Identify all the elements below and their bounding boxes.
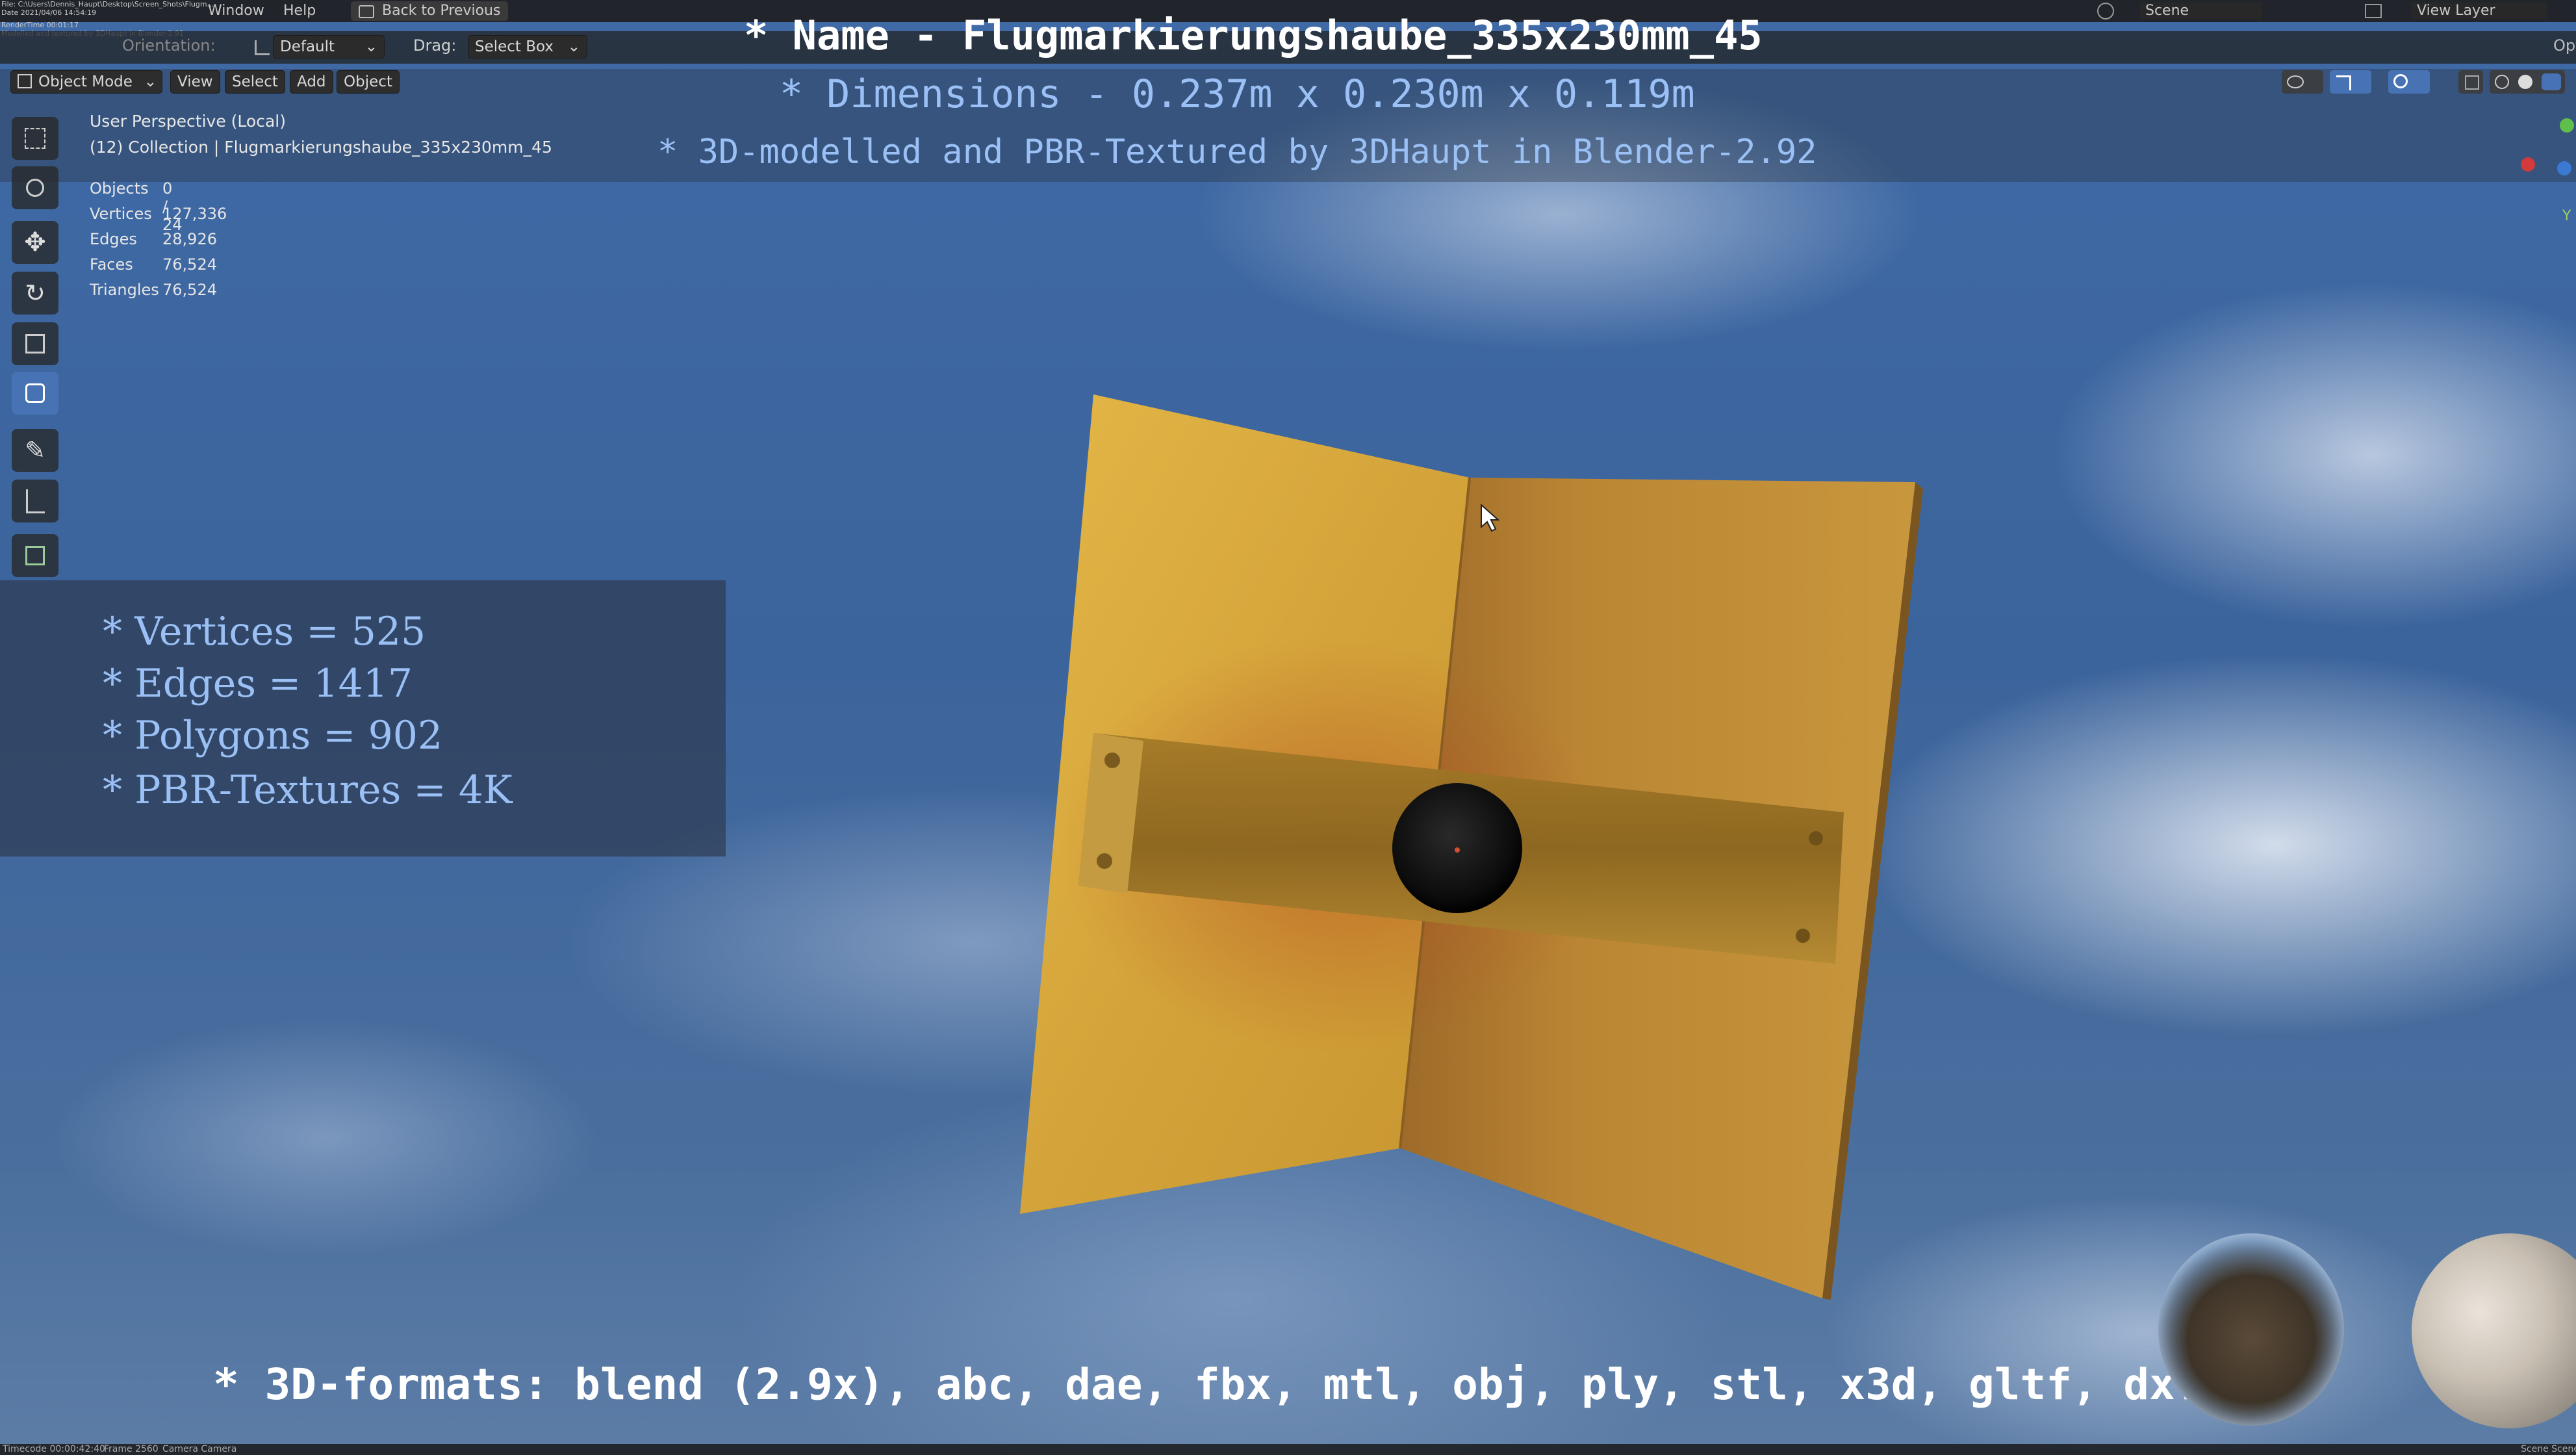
cursor-icon: [26, 179, 44, 197]
camera-label: Camera Camera: [162, 1444, 237, 1454]
add-cube-tool[interactable]: [12, 534, 58, 577]
status-bar: Timecode 00:00:42:40 Frame 2560 Camera C…: [0, 1444, 2576, 1455]
hdri-preview-sphere: [2158, 1233, 2344, 1426]
back-to-previous-button[interactable]: Back to Previous: [351, 1, 509, 21]
cursor-tool[interactable]: [12, 166, 58, 209]
drag-label: Drag:: [413, 36, 457, 55]
stats-label: Faces: [90, 255, 133, 274]
scale-icon: [25, 334, 45, 354]
scene-icon: [2097, 3, 2114, 19]
transform-icon: [25, 383, 45, 403]
gizmo-z-dot[interactable]: [2560, 118, 2574, 133]
overlay-line: File: C:\Users\Dennis_Haupt\Desktop\Scre…: [1, 0, 214, 8]
collection-label: (12) Collection | Flugmarkierungshaube_3…: [90, 138, 552, 157]
chevron-down-icon: ⌄: [567, 38, 580, 55]
model-name-title: * Name - Flugmarkierungshaube_335x230mm_…: [744, 12, 1763, 59]
eye-icon: [2287, 75, 2304, 88]
stats-label: Edges: [90, 230, 137, 248]
stats-label: Objects: [90, 179, 149, 198]
menu-view[interactable]: View: [170, 70, 220, 94]
mesh-info-line: * Edges = 1417: [103, 661, 413, 706]
object-mode-dropdown[interactable]: Object Mode ⌄: [10, 70, 162, 94]
gizmo-y-label: Y: [2562, 208, 2571, 224]
scene-status-label: Scene Scene: [2521, 1444, 2576, 1454]
object-mode-label: Object Mode: [38, 73, 133, 90]
view-layer-icon: [2365, 4, 2382, 18]
visibility-dropdown[interactable]: [2282, 70, 2323, 94]
xray-toggle[interactable]: [2458, 70, 2483, 94]
gizmo-y-dot[interactable]: [2557, 161, 2571, 175]
material-shading-icon[interactable]: [2542, 73, 2561, 90]
measure-icon: [25, 489, 45, 513]
stats-value: 76,524: [162, 281, 217, 299]
chevron-down-icon: ⌄: [144, 73, 157, 90]
scale-tool[interactable]: [12, 322, 58, 365]
menu-add[interactable]: Add: [290, 70, 333, 94]
annotate-tool[interactable]: ✎: [12, 429, 58, 472]
mouse-cursor-icon: [1481, 504, 1499, 532]
object-mode-icon: [18, 74, 32, 88]
transform-tool[interactable]: [12, 372, 58, 415]
mesh-info-line: * Polygons = 902: [103, 713, 443, 758]
overlays-icon: [2393, 74, 2408, 88]
orientation-value: Default: [280, 38, 335, 55]
overlay-line: Date 2021/04/06 14:54:19: [1, 8, 97, 17]
stats-label: Triangles: [90, 281, 159, 299]
timecode-label: Timecode 00:00:42:40: [3, 1444, 105, 1454]
rotate-tool[interactable]: ↻: [12, 272, 58, 315]
back-to-previous-label: Back to Previous: [382, 3, 501, 19]
stats-value: 28,926: [162, 230, 217, 248]
viewport-info: User Perspective (Local) (12) Collection…: [90, 112, 552, 157]
add-cube-icon: [25, 546, 45, 565]
stats-value: 127,336: [162, 205, 227, 223]
overlay-line: RenderTime 00:01:17: [1, 21, 79, 29]
menu-object[interactable]: Object: [337, 70, 400, 94]
mesh-info-line: * PBR-Textures = 4K: [103, 767, 513, 813]
gizmo-x-dot[interactable]: [2521, 157, 2535, 172]
shading-modes[interactable]: [2490, 70, 2565, 94]
chevron-down-icon: ⌄: [364, 38, 377, 55]
drag-dropdown[interactable]: Select Box ⌄: [468, 35, 587, 58]
menu-window[interactable]: Window: [208, 3, 264, 19]
scene-selector[interactable]: Scene: [2140, 3, 2262, 19]
dimensions-title: * Dimensions - 0.237m x 0.230m x 0.119m: [780, 71, 1695, 117]
measure-tool[interactable]: [12, 480, 58, 522]
navigation-gizmo[interactable]: Y: [2508, 110, 2574, 227]
back-icon: [359, 5, 374, 18]
stats-label: Vertices: [90, 205, 152, 223]
menu-select[interactable]: Select: [225, 70, 285, 94]
orientation-icon: [255, 40, 270, 55]
render-info-overlay: File: C:\Users\Dennis_Haupt\Desktop\Scre…: [1, 0, 214, 17]
orientation-dropdown[interactable]: Default ⌄: [273, 35, 385, 58]
mesh-info-line: * Vertices = 525: [103, 609, 426, 654]
select-box-tool[interactable]: [12, 117, 58, 160]
rotate-icon: ↻: [25, 279, 45, 307]
frame-label: Frame 2560: [104, 1444, 159, 1454]
view-layer-selector[interactable]: View Layer: [2412, 3, 2547, 19]
overlays-toggle[interactable]: [2388, 70, 2430, 94]
credit-title: * 3D-modelled and PBR-Textured by 3DHaup…: [657, 133, 1817, 172]
orientation-label: Orientation:: [122, 36, 216, 55]
mesh-info-box: * Vertices = 525 * Edges = 1417 * Polygo…: [0, 580, 726, 856]
select-box-icon: [25, 128, 45, 149]
move-icon: ✥: [24, 227, 46, 257]
xray-icon: [2465, 75, 2479, 90]
drag-value: Select Box: [475, 38, 554, 55]
annotate-icon: ✎: [25, 436, 45, 465]
move-tool[interactable]: ✥: [12, 221, 58, 264]
gizmo-toggle[interactable]: [2330, 70, 2371, 94]
solid-shading-icon[interactable]: [2518, 75, 2532, 89]
stats-value: 76,524: [162, 255, 217, 274]
formats-title: * 3D-formats: blend (2.9x), abc, dae, fb…: [213, 1359, 2201, 1410]
options-menu[interactable]: Opti: [2553, 36, 2576, 55]
perspective-label: User Perspective (Local): [90, 112, 286, 131]
menu-help[interactable]: Help: [283, 3, 316, 19]
wireframe-shading-icon[interactable]: [2495, 75, 2509, 89]
gizmo-icon: [2336, 75, 2351, 90]
